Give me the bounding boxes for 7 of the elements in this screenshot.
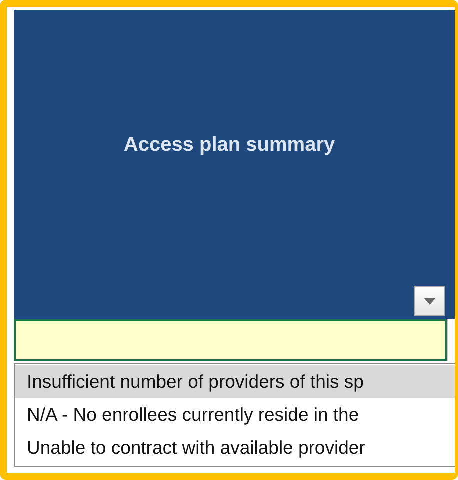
- header-title: Access plan summary: [122, 134, 336, 157]
- dropdown-option[interactable]: N/A - No enrollees currently reside in the: [15, 398, 455, 431]
- dropdown-option[interactable]: Unable to contract with available provider: [15, 431, 455, 464]
- dropdown-button[interactable]: [414, 286, 445, 316]
- input-cell[interactable]: [14, 319, 447, 361]
- dropdown-option[interactable]: Insufficient number of providers of this sp: [15, 365, 455, 398]
- caret-icon: [424, 298, 436, 304]
